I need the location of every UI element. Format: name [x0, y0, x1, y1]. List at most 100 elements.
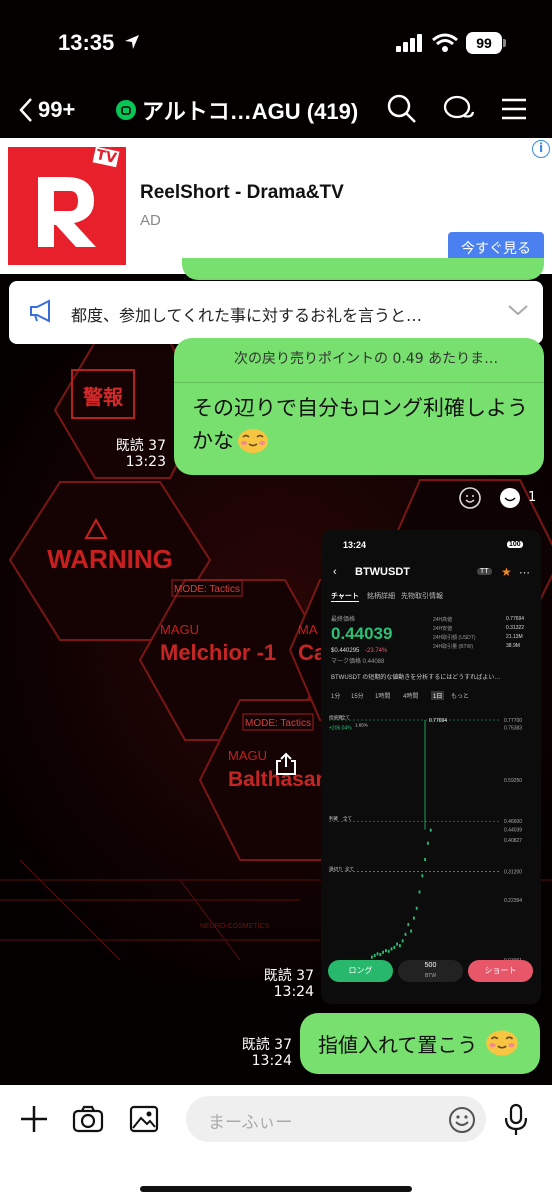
- message-input[interactable]: まーふぃー: [186, 1096, 486, 1142]
- composer-bar: まーふぃー: [0, 1085, 552, 1200]
- megaphone-icon: [30, 299, 50, 323]
- image-message[interactable]: 13:24 100 ‹ BTWUSDT TT ★ ⋯ チャート 銘柄詳細 先物取…: [321, 530, 541, 1004]
- shot-axis-label: 0.22394: [504, 898, 522, 904]
- shot-candle: [387, 949, 390, 953]
- emoji-icon[interactable]: [448, 1106, 476, 1134]
- shot-candle: [393, 945, 396, 949]
- shot-peak-label: 0.77694: [429, 718, 447, 724]
- shot-more-icon: ⋯: [519, 567, 530, 579]
- shot-order-tag: 全て: [343, 815, 352, 821]
- chat-header: 99+ アルトコ…AGU (419): [0, 80, 552, 138]
- wifi-icon: [432, 33, 458, 52]
- shot-candle: [371, 955, 373, 959]
- shot-tab-futures: 先物取引情報: [401, 593, 443, 600]
- shot-pct-label: +206.04%: [329, 726, 352, 732]
- shot-battery: 100: [507, 541, 523, 548]
- shot-axis-label: 0.40827: [504, 838, 522, 844]
- message-text-3: 指値入れて置こう: [318, 1033, 478, 1057]
- back-button[interactable]: 99+: [18, 94, 118, 126]
- shot-candle: [413, 916, 415, 920]
- shot-candle: [407, 923, 410, 927]
- message-meta-1: 既読 37 13:23: [106, 438, 166, 470]
- message-bubble-3[interactable]: 指値入れて置こう: [300, 1013, 540, 1074]
- shot-candle: [385, 949, 387, 953]
- shot-candle: [382, 950, 384, 954]
- melchior-text: Melchior -1: [160, 640, 276, 665]
- shot-candle: [401, 939, 404, 943]
- shot-candle: [379, 953, 382, 957]
- shot-price: 0.44039: [331, 624, 393, 643]
- shot-order-tag: 全て: [345, 865, 354, 871]
- ad-info-icon[interactable]: i: [532, 140, 550, 158]
- shot-pair: BTWUSDT: [355, 566, 410, 578]
- read-receipt: 既読 37: [263, 968, 314, 984]
- shot-candle: [418, 890, 421, 894]
- ad-banner[interactable]: TV ReelShort - Drama&TV AD 今すぐ見る i: [0, 138, 552, 274]
- chat-title[interactable]: アルトコ…AGU (419): [116, 94, 358, 126]
- shot-qty-value: 500: [424, 962, 437, 969]
- shot-stat-value: 0.77694: [506, 616, 525, 622]
- shot-tab-chart: チャート: [331, 593, 359, 602]
- shot-tt-badge: TT: [477, 568, 492, 575]
- shot-order-tag: 損切り: [329, 865, 343, 872]
- shot-stat-value: 0.31322: [506, 625, 525, 631]
- shot-stat-value: 21.13M: [506, 634, 523, 640]
- message-time: 13:24: [273, 984, 314, 1000]
- shot-back-icon: ‹: [333, 566, 337, 578]
- announcement-bar[interactable]: 都度、参加してくれた事に対するお礼を言うと…: [9, 281, 543, 344]
- mode-label-1: MODE: Tactics: [174, 584, 240, 595]
- message-input-placeholder: まーふぃー: [208, 1113, 293, 1133]
- shot-interval-tab: 4時間: [403, 694, 419, 700]
- reply-quote[interactable]: 次の戻り売りポイントの 0.49 あたりま…: [234, 348, 526, 368]
- shot-stat-label: 24H取引量 (BTW): [433, 644, 474, 650]
- shot-candle: [429, 828, 432, 832]
- camera-icon[interactable]: [72, 1103, 104, 1135]
- message-bubble-partial: [182, 258, 544, 280]
- shot-candle: [396, 942, 398, 946]
- shot-axis-label: 0.46600: [504, 819, 522, 825]
- message-bubble-1[interactable]: 次の戻り売りポイントの 0.49 あたりま… その辺りで自分もロング利確しようか…: [174, 338, 544, 475]
- shot-tab-detail: 銘柄詳細: [367, 593, 395, 600]
- magu-label-3: MA: [298, 622, 318, 637]
- chat-title-text: アルトコ…AGU (419): [142, 99, 359, 124]
- search-icon[interactable]: [385, 92, 419, 126]
- shot-change: -23.74%: [365, 648, 388, 654]
- shot-order-tag: 全て: [341, 714, 350, 720]
- art-footer-text: NEURO-COSMETICS: [200, 923, 270, 930]
- read-receipt: 既読 37: [241, 1037, 292, 1053]
- shot-stat-label: 24H取引額 (USDT): [433, 635, 476, 641]
- menu-icon[interactable]: [498, 92, 532, 126]
- shot-axis-label: 0.77700: [504, 718, 522, 724]
- cellular-signal-icon: [396, 34, 422, 52]
- keihou-text: 警報: [83, 385, 124, 409]
- group-status-icon: [116, 100, 136, 120]
- sticker-emoji-icon: [486, 1030, 518, 1056]
- message-meta-2: 既読 37 13:24: [254, 968, 314, 1000]
- chevron-down-icon[interactable]: [507, 303, 529, 317]
- status-bar: 13:35 99: [0, 0, 552, 80]
- shot-status-time: 13:24: [343, 540, 367, 550]
- reaction-sticker-icon: [500, 488, 520, 508]
- location-arrow-icon: [125, 35, 139, 49]
- shot-interval-tab: 15分: [351, 694, 364, 700]
- plus-icon[interactable]: [18, 1103, 50, 1135]
- mode-label-2: MODE: Tactics: [245, 718, 311, 729]
- shot-order-tag: 利確: [329, 815, 338, 822]
- warning-text: WARNING: [47, 544, 173, 574]
- image-icon[interactable]: [128, 1103, 160, 1135]
- shot-axis-label: 0.31200: [504, 869, 522, 875]
- ad-title: ReelShort - Drama&TV: [140, 182, 344, 203]
- add-reaction-icon[interactable]: [459, 487, 481, 509]
- shot-last-label: 最終価格: [331, 617, 356, 623]
- announcement-text: 都度、参加してくれた事に対するお礼を言うと…: [71, 306, 423, 325]
- shot-candle: [415, 906, 418, 910]
- chat-bubbles-icon[interactable]: [442, 92, 476, 126]
- microphone-icon[interactable]: [502, 1103, 530, 1137]
- magu-label-1: MAGU: [160, 622, 199, 637]
- shot-interval-tab: もっと: [451, 694, 470, 700]
- unread-count: 99+: [38, 97, 76, 122]
- share-icon[interactable]: [275, 752, 297, 776]
- message-meta-3: 既読 37 13:24: [232, 1037, 292, 1069]
- magu-label-2: MAGU: [228, 748, 267, 763]
- shot-short-button: ショート: [468, 960, 533, 982]
